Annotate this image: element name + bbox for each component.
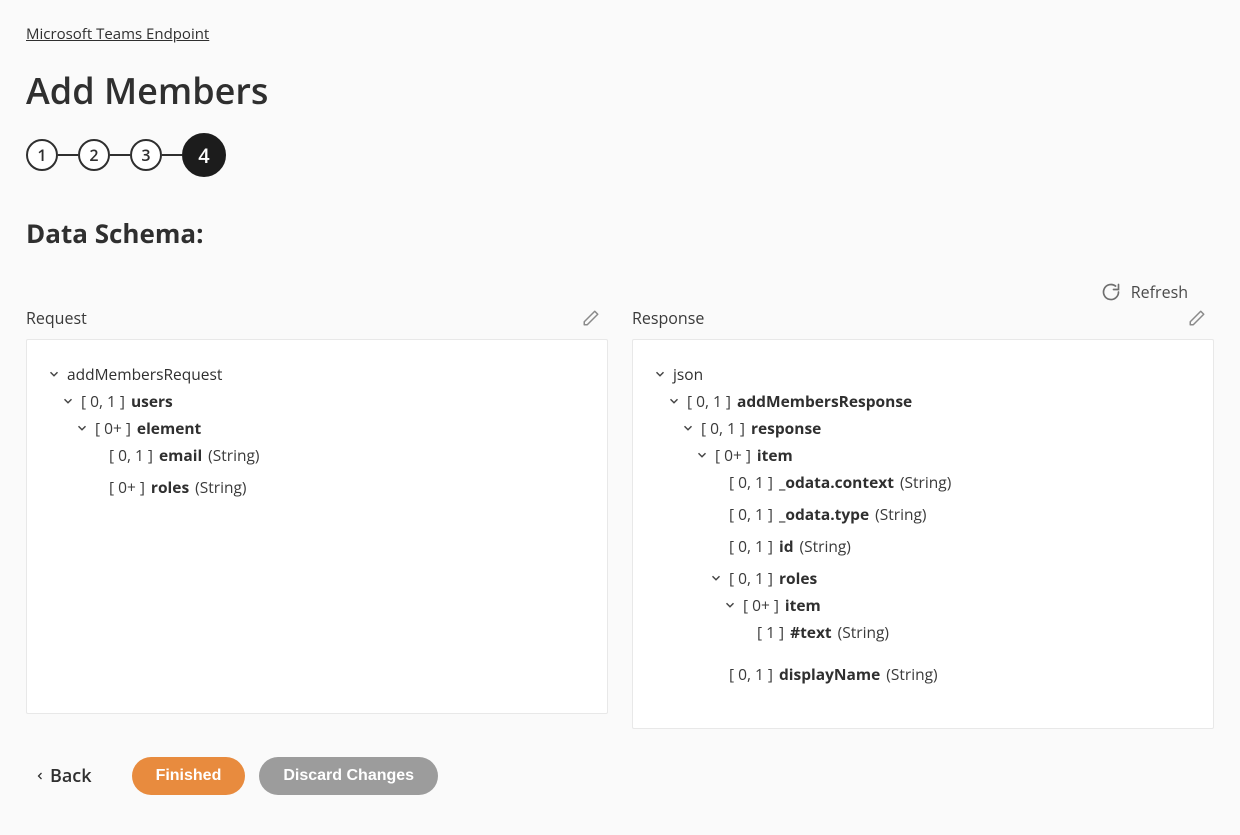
request-heading: Request (26, 307, 87, 329)
stepper: 1 2 3 4 (26, 133, 1214, 177)
tree-node-type: (String) (900, 471, 951, 493)
tree-node[interactable]: json (653, 363, 1193, 385)
discard-changes-button[interactable]: Discard Changes (259, 757, 438, 795)
step-1[interactable]: 1 (26, 139, 58, 171)
tree-leaf[interactable]: [ 0+ ] roles (String) (89, 476, 587, 498)
refresh-label: Refresh (1131, 281, 1188, 303)
tree-node[interactable]: [ 0, 1 ] response (681, 417, 1193, 439)
tree-node[interactable]: [ 0+ ] item (723, 594, 1193, 616)
tree-node-card: [ 0, 1 ] (729, 567, 773, 589)
tree-node-name: roles (779, 567, 817, 589)
tree-node-name: #text (790, 621, 832, 643)
tree-node-card: [ 0, 1 ] (687, 390, 731, 412)
tree-node-type: (String) (195, 476, 246, 498)
tree-node-type: (String) (838, 621, 889, 643)
refresh-icon (1101, 282, 1121, 302)
tree-leaf[interactable]: [ 0, 1 ] displayName (String) (709, 663, 1193, 685)
tree-node-name: id (779, 535, 794, 557)
breadcrumb[interactable]: Microsoft Teams Endpoint (26, 24, 209, 44)
tree-node-name: element (137, 417, 201, 439)
chevron-down-icon (681, 421, 695, 435)
tree-node-name: json (673, 363, 703, 385)
tree-node-name: addMembersRequest (67, 363, 222, 385)
step-connector (58, 154, 78, 156)
response-panel: json [ 0, 1 ] addMembersResponse (632, 339, 1214, 729)
edit-request-icon[interactable] (582, 309, 600, 327)
tree-node-card: [ 0, 1 ] (81, 390, 125, 412)
tree-node-name: _odata.context (779, 471, 894, 493)
tree-node-card: [ 0, 1 ] (109, 444, 153, 466)
tree-node-name: item (785, 594, 821, 616)
tree-leaf[interactable]: [ 1 ] #text (String) (737, 621, 1193, 643)
step-4[interactable]: 4 (182, 133, 226, 177)
edit-response-icon[interactable] (1188, 309, 1206, 327)
tree-node-type: (String) (208, 444, 259, 466)
tree-node[interactable]: [ 0, 1 ] addMembersResponse (667, 390, 1193, 412)
tree-leaf[interactable]: [ 0, 1 ] email (String) (89, 444, 587, 466)
page-title: Add Members (26, 66, 1214, 115)
tree-node[interactable]: [ 0, 1 ] users (61, 390, 587, 412)
chevron-left-icon (34, 770, 46, 782)
tree-node-name: email (159, 444, 202, 466)
tree-node-name: roles (151, 476, 189, 498)
tree-node-card: [ 0, 1 ] (701, 417, 745, 439)
step-connector (162, 154, 182, 156)
response-heading: Response (632, 307, 704, 329)
finished-button[interactable]: Finished (132, 757, 246, 795)
chevron-down-icon (653, 367, 667, 381)
refresh-button[interactable]: Refresh (26, 281, 1214, 303)
step-2[interactable]: 2 (78, 139, 110, 171)
chevron-down-icon (695, 448, 709, 462)
tree-node-card: [ 0+ ] (743, 594, 779, 616)
tree-node-card: [ 0, 1 ] (729, 535, 773, 557)
section-heading: Data Schema: (26, 215, 1214, 251)
chevron-down-icon (723, 598, 737, 612)
tree-leaf[interactable]: [ 0, 1 ] id (String) (709, 535, 1193, 557)
tree-node[interactable]: addMembersRequest (47, 363, 587, 385)
tree-node-card: [ 0, 1 ] (729, 471, 773, 493)
tree-node-card: [ 0, 1 ] (729, 503, 773, 525)
step-3[interactable]: 3 (130, 139, 162, 171)
tree-node-type: (String) (886, 663, 937, 685)
tree-node-card: [ 0+ ] (109, 476, 145, 498)
tree-node-type: (String) (800, 535, 851, 557)
request-panel: addMembersRequest [ 0, 1 ] us (26, 339, 608, 714)
tree-node[interactable]: [ 0+ ] item (695, 444, 1193, 466)
tree-leaf[interactable]: [ 0, 1 ] _odata.type (String) (709, 503, 1193, 525)
tree-node-name: _odata.type (779, 503, 869, 525)
tree-node-card: [ 0+ ] (715, 444, 751, 466)
tree-leaf[interactable]: [ 0, 1 ] _odata.context (String) (709, 471, 1193, 493)
tree-node-card: [ 0+ ] (95, 417, 131, 439)
chevron-down-icon (61, 394, 75, 408)
tree-node-card: [ 1 ] (757, 621, 784, 643)
chevron-down-icon (667, 394, 681, 408)
tree-node-name: displayName (779, 663, 880, 685)
tree-node[interactable]: [ 0, 1 ] roles (709, 567, 1193, 589)
back-label: Back (50, 764, 92, 788)
tree-node-name: users (131, 390, 173, 412)
chevron-down-icon (75, 421, 89, 435)
tree-node-name: addMembersResponse (737, 390, 912, 412)
tree-node-name: item (757, 444, 793, 466)
chevron-down-icon (709, 571, 723, 585)
tree-node-card: [ 0, 1 ] (729, 663, 773, 685)
tree-node[interactable]: [ 0+ ] element (75, 417, 587, 439)
back-button[interactable]: Back (34, 764, 92, 788)
tree-node-name: response (751, 417, 821, 439)
chevron-down-icon (47, 367, 61, 381)
tree-node-type: (String) (875, 503, 926, 525)
step-connector (110, 154, 130, 156)
